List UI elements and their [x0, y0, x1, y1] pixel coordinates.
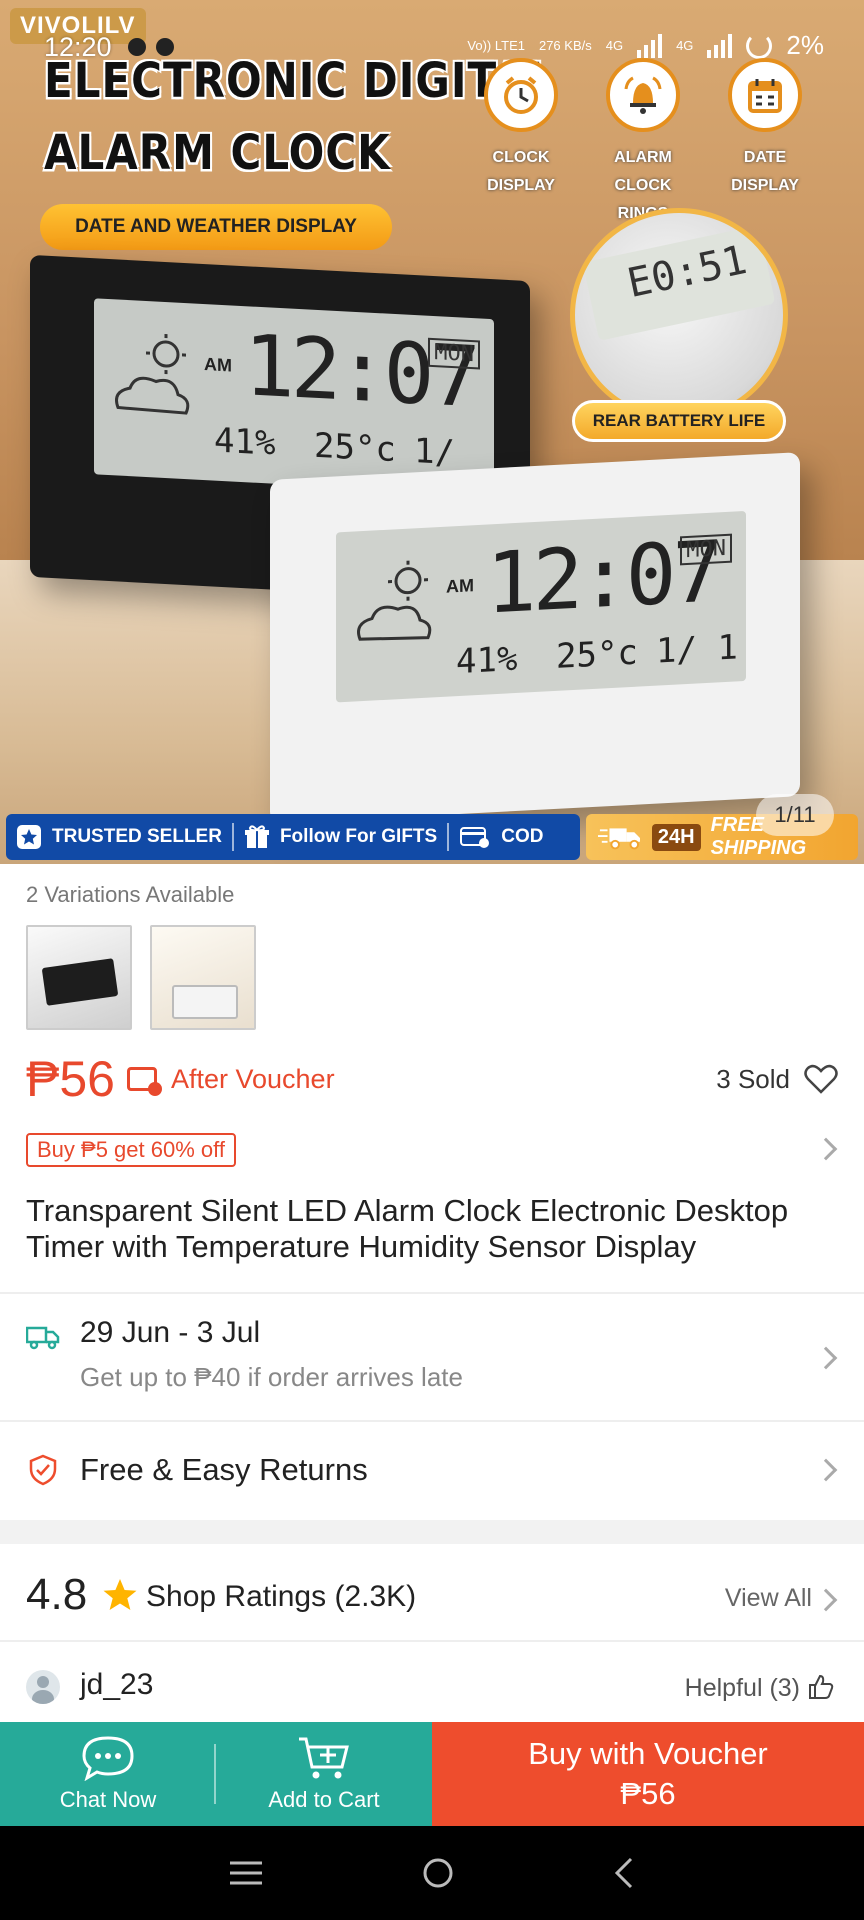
white-clock-illustration: AM 12:07 MON 41% 25°c 1/ 1 — [270, 452, 800, 824]
delivery-truck-icon — [26, 1326, 60, 1350]
variation-thumb-black[interactable] — [26, 925, 132, 1030]
rear-battery-inset: E0:51 — [570, 208, 788, 422]
after-voucher-label: After Voucher — [170, 1063, 335, 1094]
view-all-chevron-icon[interactable] — [814, 1588, 838, 1612]
sold-count: 3 Sold — [716, 1063, 790, 1094]
add-to-cart-button[interactable]: Add to Cart — [216, 1722, 432, 1826]
shipping-chevron-icon[interactable] — [814, 1346, 838, 1370]
card-icon — [460, 827, 490, 848]
feature-alarm-rings: ALARMCLOCK RINGS — [588, 58, 698, 228]
bottom-action-bar: Chat Now Add to Cart Buy with Voucher ₱5… — [0, 1722, 864, 1826]
helpful-count[interactable]: Helpful (3) — [685, 1674, 800, 1703]
lcd-humidity: 41% — [456, 638, 518, 683]
menu-icon[interactable] — [228, 1859, 264, 1887]
price: ₱56 — [26, 1051, 115, 1107]
reviewer-username: jd_23 — [80, 1668, 154, 1701]
star-icon — [103, 1579, 137, 1610]
bottom-bar-separator — [214, 1744, 216, 1804]
section-gap — [0, 1520, 864, 1544]
feature-clock-line1: CLOCK — [492, 149, 550, 166]
date-weather-pill: DATE AND WEATHER DISPLAY — [40, 204, 392, 250]
back-icon[interactable] — [612, 1856, 636, 1890]
promo-badge[interactable]: Buy ₱5 get 60% off — [26, 1133, 236, 1167]
heart-icon[interactable] — [804, 1064, 838, 1094]
weather-sun-cloud-icon — [115, 333, 190, 415]
divider — [0, 1292, 864, 1294]
lcd-day: MON — [680, 533, 732, 566]
signal-icon-2 — [707, 33, 733, 58]
feature-clock-display: CLOCK DISPLAY — [466, 58, 576, 200]
cart-plus-icon — [299, 1737, 349, 1779]
hero-title-line2: ALARM CLOCK — [44, 124, 391, 181]
lcd-date: 1/ 1 — [656, 627, 738, 672]
battery-percent: 2% — [786, 30, 824, 60]
image-counter: 1/11 — [756, 794, 834, 836]
clock-icon — [484, 58, 558, 132]
variations-label: 2 Variations Available — [26, 882, 235, 907]
chat-now-button[interactable]: Chat Now — [0, 1722, 216, 1826]
promo-chevron-icon[interactable] — [814, 1137, 838, 1161]
feature-clock-line2: DISPLAY — [487, 177, 555, 194]
weather-sun-cloud-icon — [357, 560, 432, 641]
volte-label: Vo)) LTE1 — [467, 38, 525, 53]
shipping-dates: 29 Jun - 3 Jul — [80, 1316, 261, 1349]
returns-chevron-icon[interactable] — [814, 1458, 838, 1482]
inset-lcd-time: E0:51 — [623, 237, 751, 308]
shipping-late-note: Get up to ₱40 if order arrives late — [80, 1362, 463, 1392]
star-badge-icon — [17, 825, 41, 849]
lcd-humidity: 41% — [214, 420, 276, 464]
buy-with-voucher-button[interactable]: Buy with Voucher ₱56 — [432, 1722, 864, 1826]
shield-check-icon — [29, 1454, 57, 1486]
lcd-temperature: 25°c — [556, 632, 638, 677]
buy-price: ₱56 — [620, 1776, 676, 1811]
lcd-am-label: AM — [204, 354, 232, 376]
thumbs-up-icon[interactable] — [808, 1674, 834, 1700]
product-title: Transparent Silent LED Alarm Clock Elect… — [26, 1193, 789, 1264]
trusted-seller-label: TRUSTED SELLER — [52, 826, 222, 847]
24h-badge: 24H — [651, 823, 701, 851]
voucher-icon — [126, 1067, 162, 1096]
battery-icon — [746, 32, 773, 59]
rear-battery-pill: REAR BATTERY LIFE — [572, 400, 786, 442]
gift-icon — [244, 825, 269, 848]
lcd-day: MON — [428, 337, 480, 370]
avatar — [26, 1670, 60, 1704]
shop-rating-score: 4.8 — [26, 1570, 88, 1619]
calendar-icon — [728, 58, 802, 132]
follow-for-gifts-label: Follow For GIFTS — [279, 826, 438, 847]
cod-label: COD — [501, 826, 544, 847]
variation-thumbnails — [26, 925, 256, 1030]
buy-label: Buy with Voucher — [528, 1736, 768, 1771]
lcd-temperature: 25°c — [314, 425, 396, 471]
alarm-bell-icon — [606, 58, 680, 132]
net-speed: 276 KB/s — [538, 38, 592, 53]
view-all-link[interactable]: View All — [725, 1584, 812, 1613]
lcd-time: 12:07 — [244, 316, 477, 427]
free-returns-label[interactable]: Free & Easy Returns — [80, 1452, 368, 1488]
divider — [0, 1640, 864, 1642]
home-icon[interactable] — [421, 1856, 455, 1890]
signal-icon — [637, 33, 663, 58]
chat-now-label: Chat Now — [59, 1787, 157, 1812]
feature-date-line2: DISPLAY — [731, 177, 799, 194]
divider — [0, 1420, 864, 1422]
net-type-1: 4G — [605, 38, 624, 53]
lcd-am-label: AM — [446, 575, 474, 597]
delivery-truck-icon — [598, 828, 640, 850]
product-image-carousel[interactable]: VIVOLILV 12:20 Vo)) LTE1 276 KB/s 4G 4G … — [0, 0, 864, 864]
feature-date-display: DATE DISPLAY — [710, 58, 820, 200]
chat-bubble-icon — [82, 1736, 134, 1781]
shop-ratings-label: Shop Ratings (2.3K) — [146, 1580, 417, 1613]
system-navigation-bar — [0, 1826, 864, 1920]
feature-date-line1: DATE — [743, 149, 787, 166]
net-type-2: 4G — [676, 38, 694, 53]
price-row: ₱56 After Voucher 3 Sold — [26, 1048, 838, 1110]
variation-thumb-white[interactable] — [150, 925, 256, 1030]
trust-banner: TRUSTED SELLER Follow For GIFTS COD 24H … — [0, 810, 864, 864]
add-to-cart-label: Add to Cart — [268, 1787, 380, 1812]
feature-alarm-line1: ALARM — [614, 149, 672, 166]
